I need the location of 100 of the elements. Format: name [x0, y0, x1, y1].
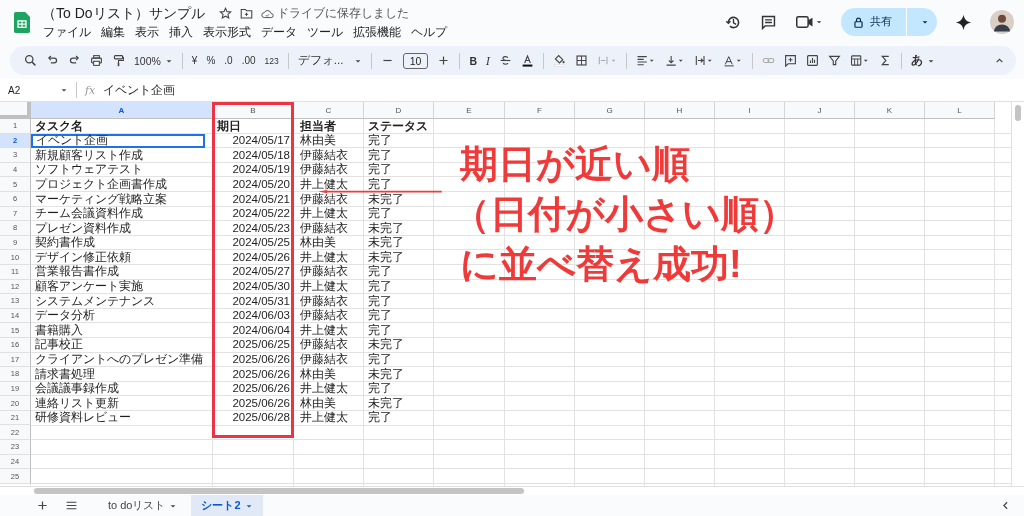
- scrollbar-thumb[interactable]: [34, 488, 524, 494]
- share-button[interactable]: 共有: [841, 8, 937, 36]
- table-cell: 伊藤結衣: [300, 149, 348, 162]
- add-sheet-icon[interactable]: [36, 499, 49, 512]
- column-header[interactable]: A: [31, 102, 213, 119]
- column-header[interactable]: F: [505, 102, 575, 119]
- menu-item[interactable]: 表示形式: [203, 24, 251, 40]
- column-header[interactable]: L: [925, 102, 995, 119]
- undo-icon[interactable]: [46, 54, 59, 67]
- table-cell: 未完了: [368, 251, 404, 264]
- font-size-field[interactable]: 10: [402, 52, 429, 69]
- column-header[interactable]: E: [434, 102, 505, 119]
- scrollbar-thumb[interactable]: [1015, 105, 1021, 121]
- menu-item[interactable]: ファイル: [43, 24, 91, 40]
- menu-item[interactable]: データ: [261, 24, 297, 40]
- table-cell: 新規顧客リスト作成: [35, 149, 143, 162]
- input-tools-dropdown[interactable]: あ: [911, 52, 936, 69]
- sheet-tab[interactable]: to doリスト: [98, 495, 188, 516]
- table-cell: 井上健太: [300, 324, 348, 337]
- sheet-tab[interactable]: シート2: [191, 495, 263, 516]
- menu-item[interactable]: 拡張機能: [353, 24, 401, 40]
- column-header[interactable]: H: [645, 102, 715, 119]
- column-header[interactable]: D: [364, 102, 434, 119]
- chart-icon[interactable]: [806, 54, 820, 67]
- table-cell: 営業報告書作成: [35, 266, 119, 278]
- table-cell: 2025/06/26: [232, 368, 290, 381]
- table-cell: 伊藤結衣: [300, 354, 348, 366]
- table-cell: ステータス: [368, 120, 428, 133]
- table-cell: 2024/06/03: [232, 310, 290, 322]
- table-cell: 井上健太: [300, 178, 348, 191]
- annotation-text: に並べ替え成功!: [460, 242, 743, 286]
- table-cell: 2024/05/20: [232, 178, 290, 191]
- sparkle-icon[interactable]: [955, 13, 972, 31]
- text-color-icon[interactable]: [521, 54, 535, 67]
- borders-icon[interactable]: [575, 54, 589, 67]
- menu-item[interactable]: 編集: [101, 24, 125, 40]
- paint-format-icon[interactable]: [112, 54, 125, 67]
- percent-format-button[interactable]: %: [206, 55, 216, 66]
- comment-icon[interactable]: [760, 13, 777, 31]
- annotation-text: 期日が近い順: [460, 142, 691, 186]
- plus-icon[interactable]: [437, 54, 451, 67]
- column-header[interactable]: J: [785, 102, 855, 119]
- selected-cell: イベント企画: [31, 133, 205, 149]
- menu-item[interactable]: ツール: [307, 24, 343, 40]
- table-cell: デザイン修正依頼: [35, 251, 131, 264]
- column-header[interactable]: G: [575, 102, 645, 119]
- table-cell: 記事校正: [35, 339, 83, 351]
- zoom-dropdown[interactable]: 100%: [134, 54, 173, 67]
- search-icon[interactable]: [24, 54, 37, 67]
- table-cell: 完了: [368, 135, 392, 147]
- table-cell: 完了: [368, 354, 392, 366]
- video-call-icon[interactable]: [795, 13, 823, 31]
- table-cell: プレゼン資料作成: [35, 222, 131, 235]
- bold-button[interactable]: B: [469, 54, 478, 67]
- folder-icon[interactable]: [239, 7, 253, 20]
- table-cell: 完了: [368, 295, 392, 308]
- table-cell: 2024/05/22: [232, 208, 290, 220]
- currency-format-button[interactable]: ¥: [191, 55, 198, 66]
- column-header[interactable]: K: [855, 102, 925, 119]
- horizontal-scrollbar[interactable]: [0, 486, 1024, 495]
- avatar[interactable]: [990, 10, 1014, 34]
- caret-icon[interactable]: [921, 18, 929, 26]
- print-icon[interactable]: [90, 54, 103, 67]
- font-dropdown[interactable]: デフォ...: [297, 53, 362, 68]
- menu-icon[interactable]: [65, 499, 78, 512]
- menu-item[interactable]: 表示: [135, 24, 159, 40]
- table-cell: 未完了: [368, 237, 404, 249]
- cloud-check-icon[interactable]: [260, 7, 274, 20]
- merge-cells-icon[interactable]: [597, 54, 618, 67]
- table-cell: 2025/06/26: [232, 383, 290, 395]
- increase-decimal-button[interactable]: .00: [241, 55, 256, 66]
- table-cell: 伊藤結衣: [300, 222, 348, 235]
- table-cell: 伊藤結衣: [300, 164, 348, 176]
- menu-item[interactable]: ヘルプ: [411, 24, 447, 40]
- decrease-decimal-button[interactable]: .0: [224, 55, 233, 66]
- table-cell: マーケティング戦略立案: [35, 193, 167, 205]
- table-cell: 完了: [368, 383, 392, 395]
- number-format-button[interactable]: 123: [264, 55, 279, 66]
- column-header[interactable]: I: [715, 102, 785, 119]
- sheets-logo-icon[interactable]: [14, 11, 30, 33]
- table-cell: 完了: [368, 266, 392, 278]
- redo-icon[interactable]: [68, 54, 81, 67]
- table-cell: 会議議事録作成: [35, 383, 119, 395]
- star-icon[interactable]: [218, 7, 232, 20]
- table-cell: 連絡リスト更新: [35, 397, 119, 410]
- fill-color-icon[interactable]: [553, 54, 567, 67]
- menu-item[interactable]: 挿入: [169, 24, 193, 40]
- formula-field[interactable]: イベント企画: [103, 82, 176, 98]
- filter-icon[interactable]: [828, 54, 842, 67]
- table-cell: 伊藤結衣: [300, 266, 348, 278]
- italic-button[interactable]: I: [486, 54, 491, 67]
- table-cell: 未完了: [368, 193, 404, 205]
- name-box[interactable]: A2: [8, 84, 68, 96]
- add-comment-icon[interactable]: [784, 54, 798, 67]
- table-cell: 2024/05/31: [232, 295, 290, 308]
- document-title[interactable]: （To Doリスト）サンプル: [42, 4, 205, 23]
- vertical-scrollbar[interactable]: [1011, 102, 1024, 486]
- table-cell: 完了: [368, 310, 392, 322]
- column-header[interactable]: C: [294, 102, 364, 119]
- strikethrough-icon[interactable]: [499, 54, 513, 67]
